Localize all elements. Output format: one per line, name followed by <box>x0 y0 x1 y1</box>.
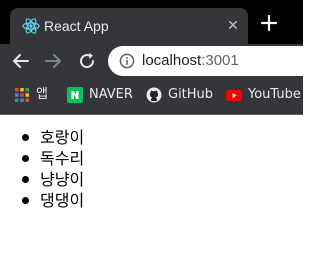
youtube-icon <box>226 90 242 101</box>
info-icon[interactable] <box>119 53 135 69</box>
list-item: 호랑이 <box>0 127 84 148</box>
url-text[interactable]: localhost:3001 <box>142 52 239 70</box>
close-icon[interactable]: ✕ <box>224 17 242 35</box>
reload-icon[interactable] <box>76 50 98 72</box>
back-arrow-icon[interactable] <box>10 50 32 72</box>
url-host: localhost <box>142 52 202 69</box>
tab-strip: React App ✕ <box>0 0 303 44</box>
bookmark-label: 앱 <box>36 87 48 102</box>
plus-icon[interactable] <box>259 13 279 33</box>
bullet <box>22 197 29 204</box>
list-item: 댕댕이 <box>0 190 84 211</box>
naver-icon <box>67 87 83 103</box>
browser-tab[interactable]: React App ✕ <box>10 8 248 44</box>
bullet <box>22 155 29 162</box>
bookmark-label: YouTube <box>248 87 301 102</box>
list-item-text: 호랑이 <box>40 128 85 147</box>
github-icon <box>146 87 162 103</box>
forward-arrow-icon[interactable] <box>42 50 64 72</box>
react-icon <box>22 18 40 34</box>
bookmark-label: GitHub <box>168 87 214 102</box>
animal-list: 호랑이 독수리 냥냥이 댕댕이 <box>0 127 84 211</box>
list-item: 독수리 <box>0 148 84 169</box>
list-item-text: 독수리 <box>40 149 85 168</box>
page-content: 호랑이 독수리 냥냥이 댕댕이 <box>0 115 303 259</box>
list-item-text: 냥냥이 <box>40 170 85 189</box>
bullet <box>22 134 29 141</box>
browser-chrome: React App ✕ localhost:3001 앱 NAVER GitHu… <box>0 0 318 115</box>
list-item: 냥냥이 <box>0 169 84 190</box>
bookmark-label: NAVER <box>89 87 133 102</box>
list-item-text: 댕댕이 <box>40 191 85 210</box>
url-port: :3001 <box>201 52 239 69</box>
bookmarks-bar: 앱 NAVER GitHub YouTube <box>0 78 303 115</box>
address-bar[interactable]: localhost:3001 <box>108 46 318 76</box>
tab-title: React App <box>44 18 109 34</box>
bullet <box>22 176 29 183</box>
apps-grid-icon <box>15 88 29 102</box>
